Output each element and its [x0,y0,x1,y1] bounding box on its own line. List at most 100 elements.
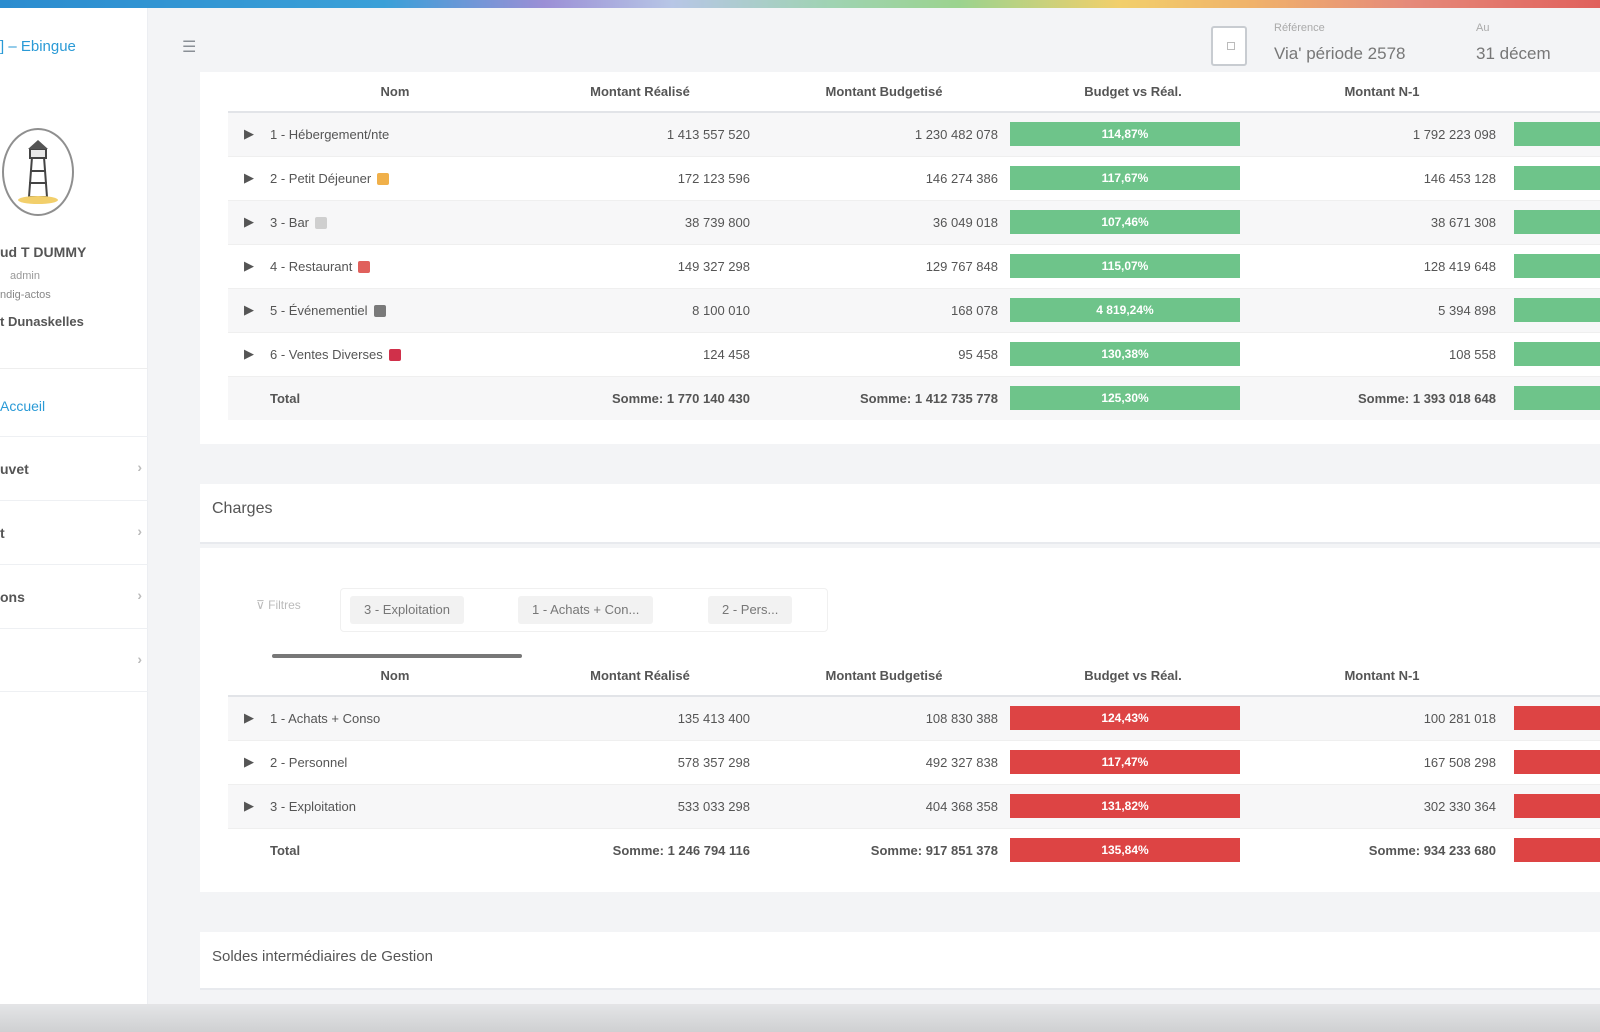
ratio-bar [1514,342,1600,366]
table-row[interactable]: ▶ 4 - Restaurant 149 327 298 129 767 848 115… [228,244,1600,289]
sig-title: Soldes intermédiaires de Gestion [212,948,433,965]
nav-item-1[interactable]: uvet › [0,436,148,500]
cell-budget: 95 458 [760,332,1008,377]
expand-arrow-icon[interactable]: ▶ [228,156,270,201]
row-name-text: 5 - Événementiel [270,302,368,318]
cell-realise: 1 413 557 520 [520,112,760,157]
cell-n1: 108 558 [1258,332,1506,377]
cell-n1-ratio [1506,156,1600,201]
table-row[interactable]: ▶ 2 - Petit Déjeuner 172 123 596 146 274 38… [228,156,1600,201]
cell-n1-ratio [1506,244,1600,289]
col-header-nom[interactable]: Nom [270,72,520,113]
cell-realise: 578 357 298 [520,740,760,785]
row-name: 5 - Événementiel [270,288,520,333]
produits-table: Nom Montant Réalisé Montant Budgetisé Bu… [228,72,1600,420]
col-arrow [228,72,270,113]
col-header-budget-vs-real[interactable]: Budget vs Réal. [1008,656,1258,697]
expand-arrow-icon[interactable]: ▶ [228,288,270,333]
menu-toggle-icon[interactable]: ☰ [182,40,200,56]
expand-arrow-icon[interactable]: ▶ [228,112,270,157]
cell-n1: 100 281 018 [1258,696,1506,741]
expand-arrow-icon[interactable]: ▶ [228,696,270,741]
date-from-value[interactable]: Via' période 2578 [1274,44,1405,64]
category-emoji-icon [358,261,371,274]
row-spacer [228,828,270,872]
filter-chip[interactable]: 2 - Pers... [708,596,793,624]
row-name: 4 - Restaurant [270,244,520,289]
table-row[interactable]: ▶ 6 - Ventes Diverses 124 458 95 458 130,38%… [228,332,1600,377]
user-settings-link[interactable]: ndig-actos [0,289,51,301]
ratio-bar: 135,84% [1010,838,1240,863]
nav-item-accueil[interactable]: Accueil [0,398,45,414]
col-header-n1[interactable]: Montant N-1 [1258,72,1506,113]
expand-arrow-icon[interactable]: ▶ [228,244,270,289]
col-header-realise[interactable]: Montant Réalisé [520,72,760,113]
table-row[interactable]: ▶ 3 - Bar 38 739 800 36 049 018 107,46% 38 67… [228,200,1600,245]
app-brand[interactable]: ] – Ebingue [0,38,76,55]
cell-budget-vs-real: 125,30% [1008,376,1258,420]
nav-item-label: t [0,525,5,541]
ratio-bar: 117,47% [1010,750,1240,774]
ratio-bar [1514,750,1600,774]
row-name-text: 4 - Restaurant [270,258,353,274]
row-name-text: Total [270,842,301,858]
cell-budget-vs-real: 107,46% [1008,200,1258,245]
table-row[interactable]: ▶ 1 - Hébergement/nte 1 413 557 520 1 230 4… [228,112,1600,157]
cell-n1: 128 419 648 [1258,244,1506,289]
row-name: 1 - Achats + Conso [270,696,520,741]
col-header-budget[interactable]: Montant Budgetisé [760,656,1008,697]
nav-item-4[interactable]: › [0,628,148,692]
col-header-budget[interactable]: Montant Budgetisé [760,72,1008,113]
avatar[interactable] [2,128,74,216]
col-header-nom[interactable]: Nom [270,656,520,697]
cell-budget-vs-real: 135,84% [1008,828,1258,872]
row-name-text: 3 - Bar [270,214,310,230]
cell-n1: 167 508 298 [1258,740,1506,785]
filter-chip[interactable]: 3 - Exploitation [350,596,464,624]
col-header-budget-vs-real[interactable]: Budget vs Réal. [1008,72,1258,113]
cell-realise: 149 327 298 [520,244,760,289]
cell-n1-ratio [1506,828,1600,872]
ratio-bar [1514,838,1600,863]
date-to-label: Au [1476,22,1490,34]
cell-n1-ratio [1506,112,1600,157]
ratio-bar [1514,210,1600,234]
filter-chip[interactable]: 1 - Achats + Con... [518,596,654,624]
date-to-value[interactable]: 31 décem [1476,44,1551,64]
cell-n1-ratio [1506,332,1600,377]
table-row[interactable]: ▶ 1 - Achats + Conso 135 413 400 108 830 38… [228,696,1600,741]
user-company: t Dunaskelles [0,314,84,329]
ratio-bar [1514,794,1600,818]
expand-arrow-icon[interactable]: ▶ [228,784,270,829]
cell-budget-vs-real: 115,07% [1008,244,1258,289]
cell-n1: 146 453 128 [1258,156,1506,201]
col-header-realise[interactable]: Montant Réalisé [520,656,760,697]
nav-item-2[interactable]: t › [0,500,148,564]
ratio-bar: 4 819,24% [1010,298,1240,322]
cell-budget: 146 274 386 [760,156,1008,201]
ratio-bar: 107,46% [1010,210,1240,234]
expand-arrow-icon[interactable]: ▶ [228,332,270,377]
expand-arrow-icon[interactable]: ▶ [228,200,270,245]
chevron-right-icon: › [137,587,142,603]
table-row[interactable]: ▶ 2 - Personnel 578 357 298 492 327 838 117,… [228,740,1600,785]
row-spacer [228,376,270,420]
ratio-bar: 124,43% [1010,706,1240,731]
filter-label: Filtres [268,598,301,612]
col-header-n1[interactable]: Montant N-1 [1258,656,1506,697]
cell-budget: Somme: 1 412 735 778 [760,376,1008,420]
table-row[interactable]: ▶ 3 - Exploitation 533 033 298 404 368 358 1… [228,784,1600,829]
filter-icon[interactable]: ⊽ Filtres [256,598,301,612]
row-name-text: 1 - Hébergement/nte [270,126,390,142]
user-role: admin [10,270,40,282]
row-name-text: 1 - Achats + Conso [270,710,381,726]
row-name-text: 2 - Petit Déjeuner [270,170,372,186]
expand-arrow-icon[interactable]: ▶ [228,740,270,785]
row-name: 3 - Bar [270,200,520,245]
window-bottom-edge [0,1004,1600,1032]
table-row[interactable]: ▶ 5 - Événementiel 8 100 010 168 078 4 819,2… [228,288,1600,333]
cell-budget: 492 327 838 [760,740,1008,785]
nav-item-3[interactable]: ons › [0,564,148,628]
cell-n1-ratio [1506,696,1600,741]
calendar-icon[interactable] [1211,26,1247,66]
